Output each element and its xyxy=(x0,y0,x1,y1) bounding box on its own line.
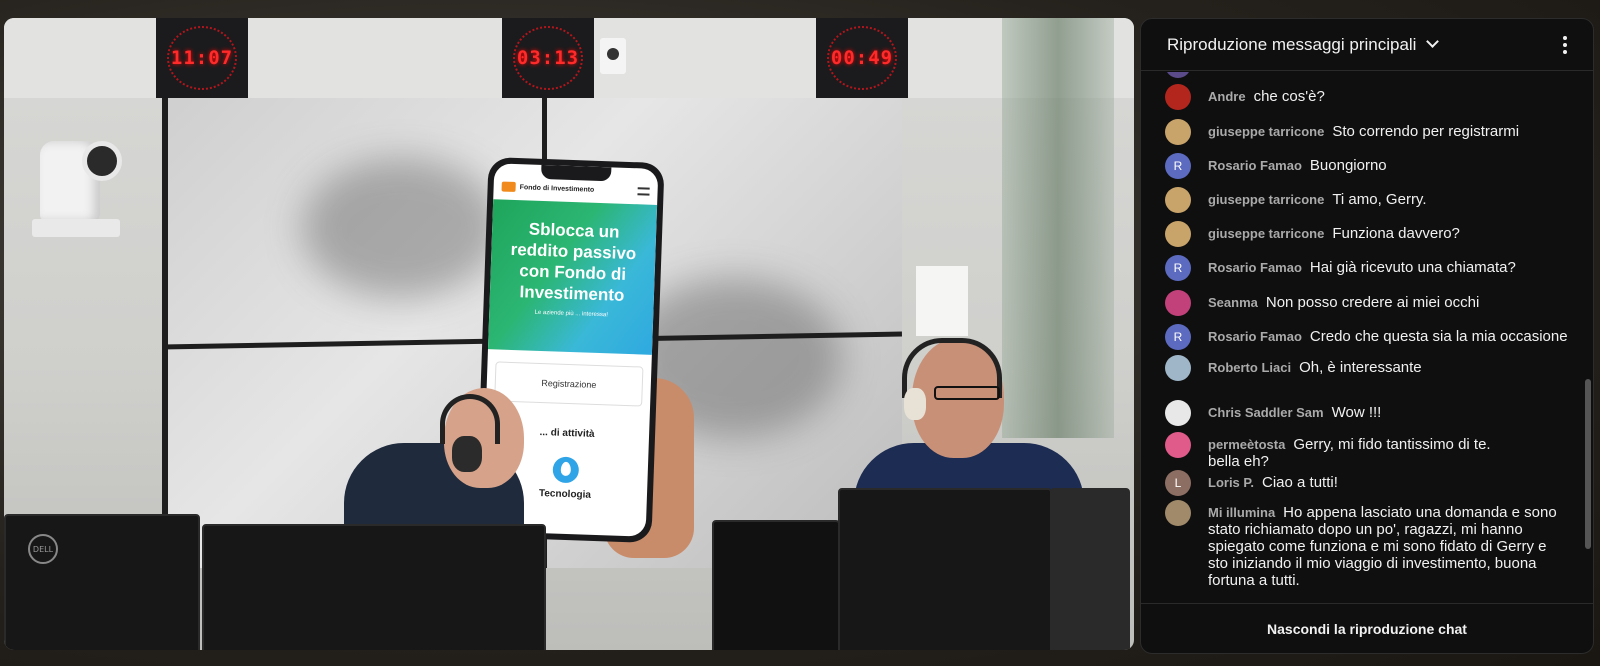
author-name[interactable]: permeètosta xyxy=(1208,437,1285,452)
chat-message[interactable]: R Rosario Famao Credo che questa sia la mi… xyxy=(1165,324,1587,350)
studio-clock: 03:13 xyxy=(502,18,594,98)
screen-seam xyxy=(162,98,168,568)
message-text: Funziona davvero? xyxy=(1332,225,1460,242)
author-name[interactable]: Rosario Famao xyxy=(1208,158,1302,173)
chat-message[interactable]: Mi illumina Ho appena lasciato una domand… xyxy=(1165,500,1587,589)
monitor xyxy=(202,524,546,650)
message-text: Ciao a tutti! xyxy=(1262,474,1338,491)
clock-face: 11:07 xyxy=(167,26,237,90)
avatar[interactable] xyxy=(1165,290,1191,316)
author-name[interactable]: Rosario Famao xyxy=(1208,260,1302,275)
chat-message[interactable]: Roberto Liaci Oh, è interessante xyxy=(1165,355,1587,381)
live-chat-panel: Riproduzione messaggi principali Andre ch… xyxy=(1140,18,1594,654)
message-body: Rosario Famao Buongiorno xyxy=(1208,153,1387,174)
avatar[interactable]: R xyxy=(1165,324,1191,350)
security-camera-icon xyxy=(600,38,626,74)
avatar[interactable] xyxy=(1165,221,1191,247)
message-body: Roberto Liaci Oh, è interessante xyxy=(1208,355,1422,376)
monitor xyxy=(838,488,1052,650)
chat-message[interactable]: R Rosario Famao Buongiorno xyxy=(1165,153,1587,179)
avatar[interactable]: R xyxy=(1165,153,1191,179)
chat-scrollbar[interactable] xyxy=(1585,379,1591,549)
clock-digits: 00:49 xyxy=(830,47,894,69)
message-text: Credo che questa sia la mia occasione xyxy=(1309,328,1568,345)
message-text: Buongiorno xyxy=(1309,157,1387,174)
message-body: Rosario Famao Credo che questa sia la mia… xyxy=(1208,324,1568,345)
clock-face: 03:13 xyxy=(513,26,583,90)
avatar[interactable] xyxy=(1165,84,1191,110)
brand-logo-icon xyxy=(501,181,516,193)
message-body: Andre che cos'è? xyxy=(1208,84,1325,105)
monitor xyxy=(1050,488,1130,650)
phone-headline: Sblocca un reddito passivo con Fondo di … xyxy=(510,219,637,305)
ptz-camera xyxy=(26,123,126,243)
chat-message[interactable]: permeètosta Gerry, mi fido tantissimo di … xyxy=(1165,432,1587,470)
author-name[interactable]: Seanma xyxy=(1208,295,1258,310)
message-body: giuseppe tarricone Ti amo, Gerry. xyxy=(1208,187,1427,208)
monitor: DELL xyxy=(4,514,200,650)
phone-subtext: Le aziende più ... interessa! xyxy=(534,309,609,319)
hide-chat-replay-button[interactable]: Nascondi la riproduzione chat xyxy=(1141,603,1593,653)
message-body: Chris Saddler Sam Wow !!! xyxy=(1208,400,1381,421)
wall-paper xyxy=(916,266,968,336)
clock-face: 00:49 xyxy=(827,26,897,90)
author-name[interactable]: Loris P. xyxy=(1208,475,1254,490)
message-text: Hai già ricevuto una chiamata? xyxy=(1309,259,1516,276)
message-text: Oh, è interessante xyxy=(1299,359,1422,376)
message-text: Ti amo, Gerry. xyxy=(1332,191,1427,208)
chat-message-list[interactable]: Andre che cos'è? giuseppe tarricone Sto cor… xyxy=(1141,72,1593,602)
author-name[interactable]: Chris Saddler Sam xyxy=(1208,405,1324,420)
menu-icon xyxy=(637,187,650,196)
studio-clock: 11:07 xyxy=(156,18,248,98)
author-name[interactable]: Roberto Liaci xyxy=(1208,360,1291,375)
avatar[interactable] xyxy=(1165,187,1191,213)
video-player[interactable]: 11:07 03:13 00:49 Fondo di Investimento xyxy=(4,18,1134,650)
message-text: Sto correndo per registrarmi xyxy=(1332,123,1520,140)
chat-message[interactable]: Seanma Non posso credere ai miei occhi xyxy=(1165,290,1587,316)
chat-message[interactable]: L Loris P. Ciao a tutti! xyxy=(1165,470,1587,496)
message-body: Mi illumina Ho appena lasciato una domand… xyxy=(1208,500,1568,589)
message-body: Seanma Non posso credere ai miei occhi xyxy=(1208,290,1479,311)
avatar xyxy=(1165,72,1191,78)
chat-message[interactable]: Chris Saddler Sam Wow !!! xyxy=(1165,400,1587,426)
chat-message[interactable]: giuseppe tarricone Sto correndo per regis… xyxy=(1165,119,1587,145)
computer-tower xyxy=(712,520,840,650)
studio-clock: 00:49 xyxy=(816,18,908,98)
author-name[interactable]: Rosario Famao xyxy=(1208,329,1302,344)
author-name[interactable]: giuseppe tarricone xyxy=(1208,192,1324,207)
avatar[interactable]: R xyxy=(1165,255,1191,281)
clock-digits: 03:13 xyxy=(516,47,580,69)
author-name[interactable]: Mi illumina xyxy=(1208,505,1275,520)
author-name[interactable]: Andre xyxy=(1208,89,1246,104)
avatar[interactable] xyxy=(1165,500,1191,526)
more-options-icon[interactable] xyxy=(1553,33,1577,57)
avatar[interactable]: L xyxy=(1165,470,1191,496)
author-name[interactable]: giuseppe tarricone xyxy=(1208,226,1324,241)
message-text: che cos'è? xyxy=(1253,88,1325,105)
chat-mode-dropdown[interactable]: Riproduzione messaggi principali xyxy=(1167,35,1416,55)
message-body: giuseppe tarricone Funziona davvero? xyxy=(1208,221,1460,242)
chevron-down-icon[interactable] xyxy=(1426,35,1440,48)
dell-logo-icon: DELL xyxy=(28,534,58,564)
author-name[interactable]: giuseppe tarricone xyxy=(1208,124,1324,139)
clock-digits: 11:07 xyxy=(170,47,234,69)
chat-message[interactable]: giuseppe tarricone Ti amo, Gerry. xyxy=(1165,187,1587,213)
brand-name: Fondo di Investimento xyxy=(519,183,595,194)
chat-header: Riproduzione messaggi principali xyxy=(1141,19,1593,71)
message-text: Wow !!! xyxy=(1331,404,1382,421)
chat-message[interactable]: Andre che cos'è? xyxy=(1165,84,1587,110)
avatar[interactable] xyxy=(1165,355,1191,381)
avatar[interactable] xyxy=(1165,400,1191,426)
message-body: permeètosta Gerry, mi fido tantissimo di … xyxy=(1208,432,1508,470)
message-body: Rosario Famao Hai già ricevuto una chiama… xyxy=(1208,255,1516,276)
avatar[interactable] xyxy=(1165,432,1191,458)
message-body: giuseppe tarricone Sto correndo per regis… xyxy=(1208,119,1519,140)
message-text: Non posso credere ai miei occhi xyxy=(1265,294,1480,311)
chat-message[interactable]: R Rosario Famao Hai già ricevuto una chiam… xyxy=(1165,255,1587,281)
message-body: Loris P. Ciao a tutti! xyxy=(1208,470,1338,491)
avatar[interactable] xyxy=(1165,119,1191,145)
chat-message[interactable]: giuseppe tarricone Funziona davvero? xyxy=(1165,221,1587,247)
phone-hero: Sblocca un reddito passivo con Fondo di … xyxy=(487,199,658,355)
